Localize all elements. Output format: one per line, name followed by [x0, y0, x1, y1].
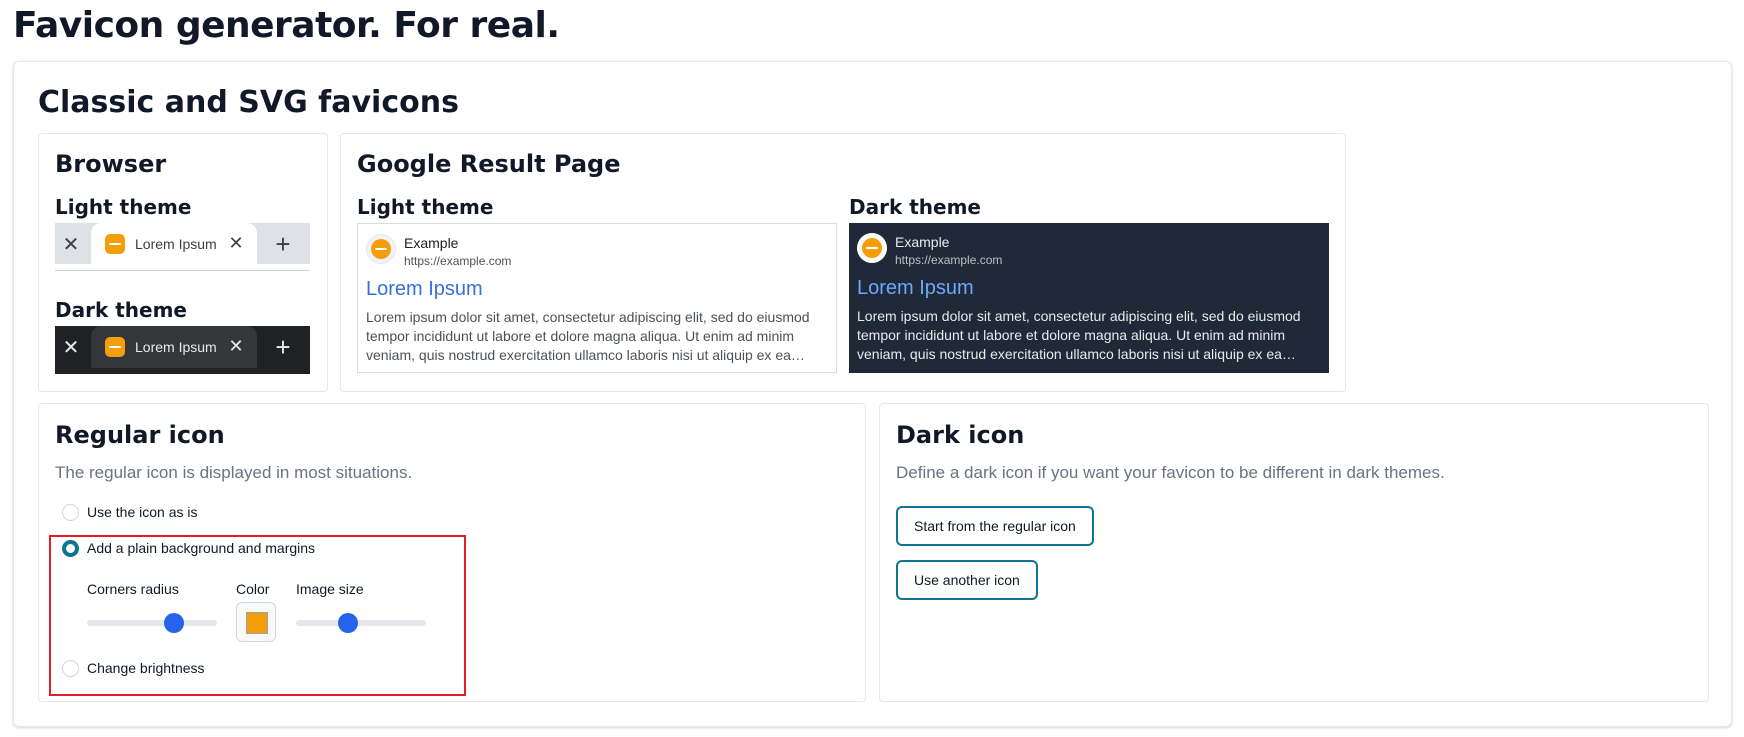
result-url: https://example.com: [404, 254, 512, 268]
browser-tabbar-light: ✕ Lorem Ipsum ✕ +: [55, 223, 310, 271]
browser-card: Browser Light theme ✕ Lorem Ipsum ✕ + Da…: [38, 133, 328, 392]
browser-light-theme-label: Light theme: [55, 195, 192, 219]
plus-icon[interactable]: +: [267, 332, 299, 364]
browser-dark-theme-label: Dark theme: [55, 298, 187, 322]
favicon-wrap: [857, 233, 887, 263]
favicon-icon: [862, 238, 882, 258]
google-card-title: Google Result Page: [357, 150, 621, 178]
page-title: Favicon generator. For real.: [13, 5, 560, 46]
tab-close-icon[interactable]: ✕: [223, 230, 249, 256]
radio-use-as-is[interactable]: Use the icon as is: [62, 501, 198, 523]
regular-icon-description: The regular icon is displayed in most si…: [55, 463, 413, 482]
plus-icon[interactable]: +: [267, 229, 299, 261]
close-icon[interactable]: ✕: [57, 334, 85, 362]
dark-icon-title: Dark icon: [896, 421, 1025, 449]
result-site-name: Example: [895, 234, 950, 250]
browser-tabbar-dark: ✕ Lorem Ipsum ✕ +: [55, 326, 310, 374]
browser-tab-active[interactable]: Lorem Ipsum ✕: [91, 326, 257, 368]
use-another-icon-button[interactable]: Use another icon: [896, 560, 1038, 600]
section-title: Classic and SVG favicons: [38, 85, 459, 120]
browser-tab-label: Lorem Ipsum: [135, 236, 217, 252]
highlight-annotation-box: [49, 535, 466, 696]
favicon-icon: [105, 234, 125, 254]
google-result-dark: Example https://example.com Lorem Ipsum …: [849, 223, 1329, 373]
result-description: Lorem ipsum dolor sit amet, consectetur …: [857, 308, 1301, 362]
browser-tab-label: Lorem Ipsum: [135, 339, 217, 355]
google-result-light: Example https://example.com Lorem Ipsum …: [357, 223, 837, 373]
dark-icon-card: Dark icon Define a dark icon if you want…: [879, 403, 1709, 702]
result-description: Lorem ipsum dolor sit amet, consectetur …: [366, 309, 810, 363]
google-dark-theme-label: Dark theme: [849, 195, 981, 219]
browser-tab-active[interactable]: Lorem Ipsum ✕: [91, 223, 257, 265]
favicon-icon: [105, 337, 125, 357]
result-url: https://example.com: [895, 253, 1003, 267]
browser-card-title: Browser: [55, 150, 167, 178]
tab-close-icon[interactable]: ✕: [223, 333, 249, 359]
favicon-wrap: [366, 234, 396, 264]
result-title-link[interactable]: Lorem Ipsum: [366, 276, 483, 302]
start-from-regular-icon-button[interactable]: Start from the regular icon: [896, 506, 1094, 546]
favicon-icon: [371, 239, 391, 259]
regular-icon-title: Regular icon: [55, 421, 225, 449]
radio-button[interactable]: [62, 503, 79, 521]
radio-label: Use the icon as is: [87, 504, 198, 520]
result-title-link[interactable]: Lorem Ipsum: [857, 275, 974, 301]
dark-icon-description: Define a dark icon if you want your favi…: [896, 463, 1445, 482]
google-light-theme-label: Light theme: [357, 195, 494, 219]
google-result-card: Google Result Page Light theme Dark them…: [340, 133, 1346, 392]
result-site-name: Example: [404, 235, 459, 251]
close-icon[interactable]: ✕: [57, 231, 85, 259]
